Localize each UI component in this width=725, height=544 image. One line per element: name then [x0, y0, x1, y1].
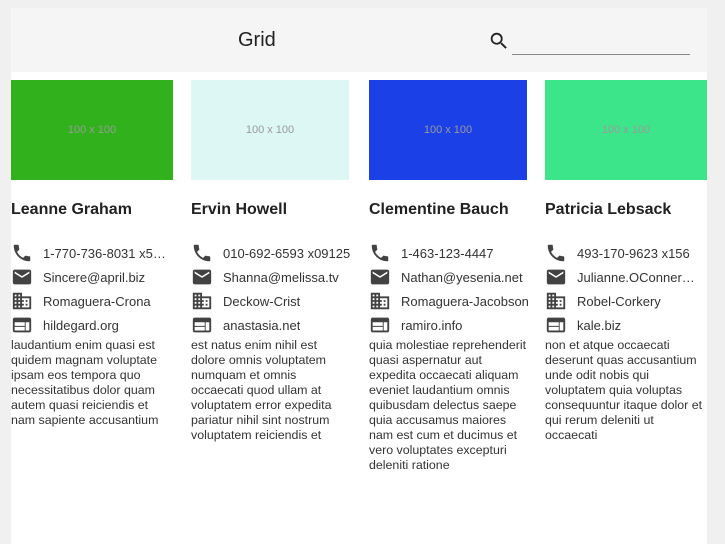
- search-icon[interactable]: [488, 30, 510, 52]
- email-text: Sincere@april.biz: [43, 269, 146, 285]
- business-icon: [12, 292, 32, 310]
- website-text: hildegard.org: [43, 317, 119, 333]
- website-text: kale.biz: [577, 317, 622, 333]
- company-text: Deckow-Crist: [223, 293, 301, 309]
- card-name: Patricia Lebsack: [545, 201, 672, 218]
- email-icon: [192, 269, 212, 285]
- website-row: kale.biz: [545, 315, 707, 335]
- email-icon: [12, 269, 32, 285]
- email-row: Shanna@melissa.tv: [191, 267, 361, 287]
- business-icon: [546, 292, 566, 310]
- phone-icon: [193, 244, 211, 262]
- company-row: Romaguera-Crona: [11, 291, 173, 311]
- website-row: anastasia.net: [191, 315, 361, 335]
- card-image: 100 x 100: [191, 80, 349, 180]
- company-text: Robel-Corkery: [577, 293, 661, 309]
- business-icon: [192, 292, 212, 310]
- email-row: Nathan@yesenia.net: [369, 267, 533, 287]
- phone-text: 010-692-6593 x09125: [223, 245, 351, 261]
- company-row: Robel-Corkery: [545, 291, 707, 311]
- web-icon: [546, 317, 566, 333]
- email-icon: [546, 269, 566, 285]
- card-image: 100 x 100: [11, 80, 173, 180]
- search-input[interactable]: [512, 32, 690, 55]
- company-text: Romaguera-Jacobson: [401, 293, 529, 309]
- card-name: Leanne Graham: [11, 201, 132, 218]
- toolbar: Grid: [11, 8, 707, 72]
- page-title: Grid: [238, 29, 276, 51]
- company-row: Romaguera-Jacobson: [369, 291, 533, 311]
- email-text: Julianne.OConner@kory.org: [577, 269, 707, 285]
- website-row: hildegard.org: [11, 315, 173, 335]
- company-text: Romaguera-Crona: [43, 293, 151, 309]
- phone-row: 1-463-123-4447: [369, 243, 533, 263]
- card-description: est natus enim nihil est dolore omnis vo…: [191, 338, 332, 442]
- user-card[interactable]: 100 x 100 Ervin Howell 010-692-6593 x091…: [191, 80, 350, 520]
- email-text: Nathan@yesenia.net: [401, 269, 523, 285]
- email-row: Sincere@april.biz: [11, 267, 173, 287]
- website-row: ramiro.info: [369, 315, 533, 335]
- phone-row: 1-770-736-8031 x56442: [11, 243, 173, 263]
- card-description: laudantium enim quasi est quidem magnam …: [11, 338, 159, 427]
- user-card[interactable]: 100 x 100 Leanne Graham 1-770-736-8031 x…: [11, 80, 173, 520]
- business-icon: [370, 292, 390, 310]
- card-description: quia molestiae reprehenderit quasi asper…: [369, 338, 527, 472]
- card-description: non et atque occaecati deserunt quas acc…: [545, 338, 703, 442]
- email-row: Julianne.OConner@kory.org: [545, 267, 707, 287]
- phone-text: 1-770-736-8031 x56442: [43, 245, 173, 261]
- email-icon: [370, 269, 390, 285]
- card-image: 100 x 100: [545, 80, 707, 180]
- email-text: Shanna@melissa.tv: [223, 269, 339, 285]
- user-card[interactable]: 100 x 100 Clementine Bauch 1-463-123-444…: [369, 80, 529, 520]
- web-icon: [192, 317, 212, 333]
- phone-icon: [13, 244, 31, 262]
- web-icon: [12, 317, 32, 333]
- phone-text: 1-463-123-4447: [401, 245, 494, 261]
- card-name: Clementine Bauch: [369, 201, 509, 218]
- phone-row: 010-692-6593 x09125: [191, 243, 361, 263]
- page: Grid 100 x 100 Leanne Graham 1-770-736-8…: [11, 8, 707, 544]
- phone-icon: [547, 244, 565, 262]
- phone-icon: [371, 244, 389, 262]
- company-row: Deckow-Crist: [191, 291, 361, 311]
- card-name: Ervin Howell: [191, 201, 288, 218]
- web-icon: [370, 317, 390, 333]
- card-image: 100 x 100: [369, 80, 527, 180]
- website-text: ramiro.info: [401, 317, 463, 333]
- user-card[interactable]: 100 x 100 Patricia Lebsack 493-170-9623 …: [545, 80, 707, 520]
- phone-row: 493-170-9623 x156: [545, 243, 707, 263]
- phone-text: 493-170-9623 x156: [577, 245, 690, 261]
- website-text: anastasia.net: [223, 317, 301, 333]
